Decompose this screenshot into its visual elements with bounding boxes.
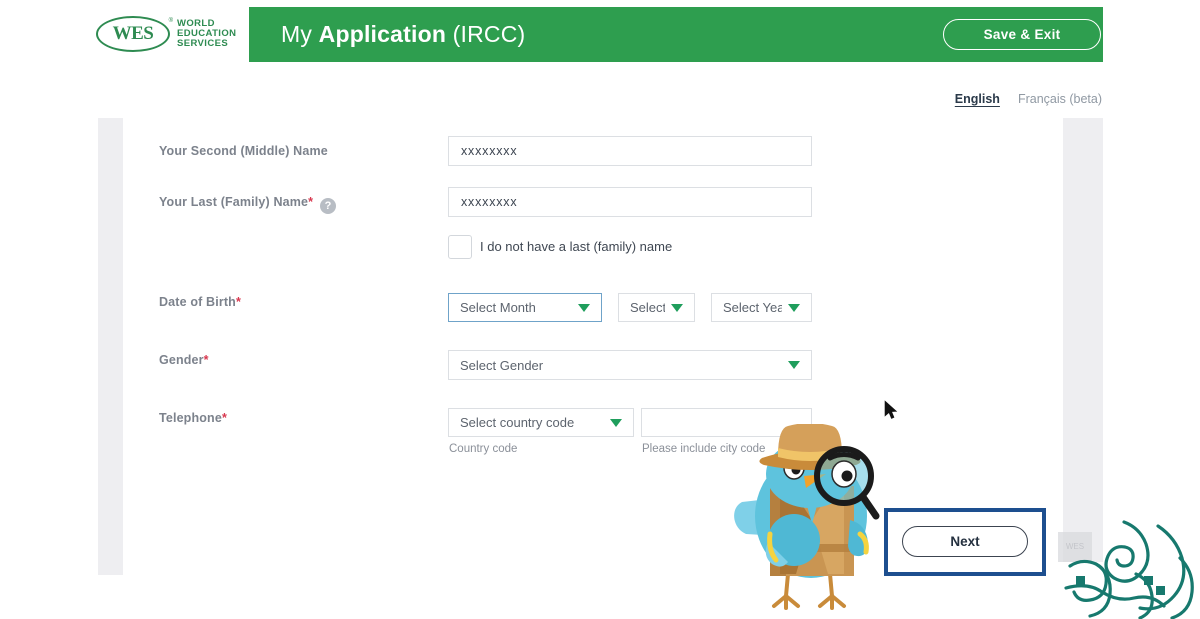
select-birth-month-value: Select Month [460,300,536,315]
select-country-code-value: Select country code [460,415,575,430]
left-gutter-band [98,118,123,575]
label-second-middle-name: Your Second (Middle) Name [159,144,328,158]
wes-logo-oval: WES ® [96,16,173,52]
wes-logo-wordmark: WORLD EDUCATION SERVICES [177,18,236,50]
next-button-label: Next [950,534,980,549]
chevron-down-icon-day [671,303,683,312]
select-gender[interactable]: Select Gender [448,350,812,380]
select-birth-day-value: Select Da [630,300,665,315]
required-marker-last-name: * [308,195,314,209]
language-switcher: English Français (beta) [955,92,1102,106]
chevron-down-icon-gender [788,361,800,369]
input-last-family-name[interactable]: xxxxxxxx [448,187,812,217]
wes-logo-word-3: SERVICES [177,38,229,50]
required-marker-gender: * [203,353,209,367]
mouse-cursor [884,400,898,420]
input-second-middle-name[interactable]: xxxxxxxx [448,136,812,166]
chevron-down-icon-country-code [610,418,622,427]
language-option-english[interactable]: English [955,92,1000,106]
page-header: WES ® WORLD EDUCATION SERVICES My Applic… [0,0,1200,68]
label-date-of-birth-text: Date of Birth [159,295,236,309]
page-root: WES ® WORLD EDUCATION SERVICES My Applic… [0,0,1200,619]
page-title-suffix: (IRCC) [446,21,526,47]
select-birth-year-value: Select Year [723,300,782,315]
right-gutter-band [1063,118,1103,562]
wes-logo-mark: WES [112,23,154,44]
calligraphy-watermark [1062,518,1200,619]
input-second-middle-name-value: xxxxxxxx [461,144,518,158]
select-birth-month[interactable]: Select Month [448,293,602,322]
page-title: My Application (IRCC) [281,21,525,48]
label-gender: Gender* [159,353,209,367]
page-title-prefix: My [281,21,319,47]
help-icon[interactable]: ? [320,198,337,214]
select-gender-value: Select Gender [460,357,544,373]
registered-trademark-icon: ® [168,18,173,24]
wes-logo[interactable]: WES ® WORLD EDUCATION SERVICES [96,11,248,57]
select-country-code[interactable]: Select country code [448,408,634,437]
language-option-french[interactable]: Français (beta) [1018,92,1102,106]
detective-bird-mascot [726,423,896,614]
select-birth-day[interactable]: Select Da [618,293,695,322]
save-and-exit-label: Save & Exit [983,27,1061,42]
label-gender-text: Gender [159,353,204,367]
page-title-emphasis: Application [318,21,447,47]
helper-country-code: Country code [449,443,518,455]
label-second-middle-name-text: Your Second (Middle) Name [159,144,328,158]
checkbox-no-last-name-label[interactable]: I do not have a last (family) name [480,239,672,254]
select-birth-year[interactable]: Select Year [711,293,812,322]
save-and-exit-button[interactable]: Save & Exit [943,19,1101,50]
required-marker-telephone: * [221,411,227,425]
label-telephone-text: Telephone [159,411,222,425]
label-date-of-birth: Date of Birth* [159,295,241,309]
label-last-family-name: Your Last (Family) Name*? [159,195,337,214]
chevron-down-icon-month [578,303,590,312]
checkbox-no-last-name[interactable] [448,235,472,259]
next-button[interactable]: Next [902,526,1028,557]
chevron-down-icon-year [788,303,800,312]
label-last-family-name-text: Your Last (Family) Name [159,195,309,209]
input-last-family-name-value: xxxxxxxx [461,195,518,209]
required-marker-dob: * [235,295,241,309]
label-telephone: Telephone* [159,411,227,425]
